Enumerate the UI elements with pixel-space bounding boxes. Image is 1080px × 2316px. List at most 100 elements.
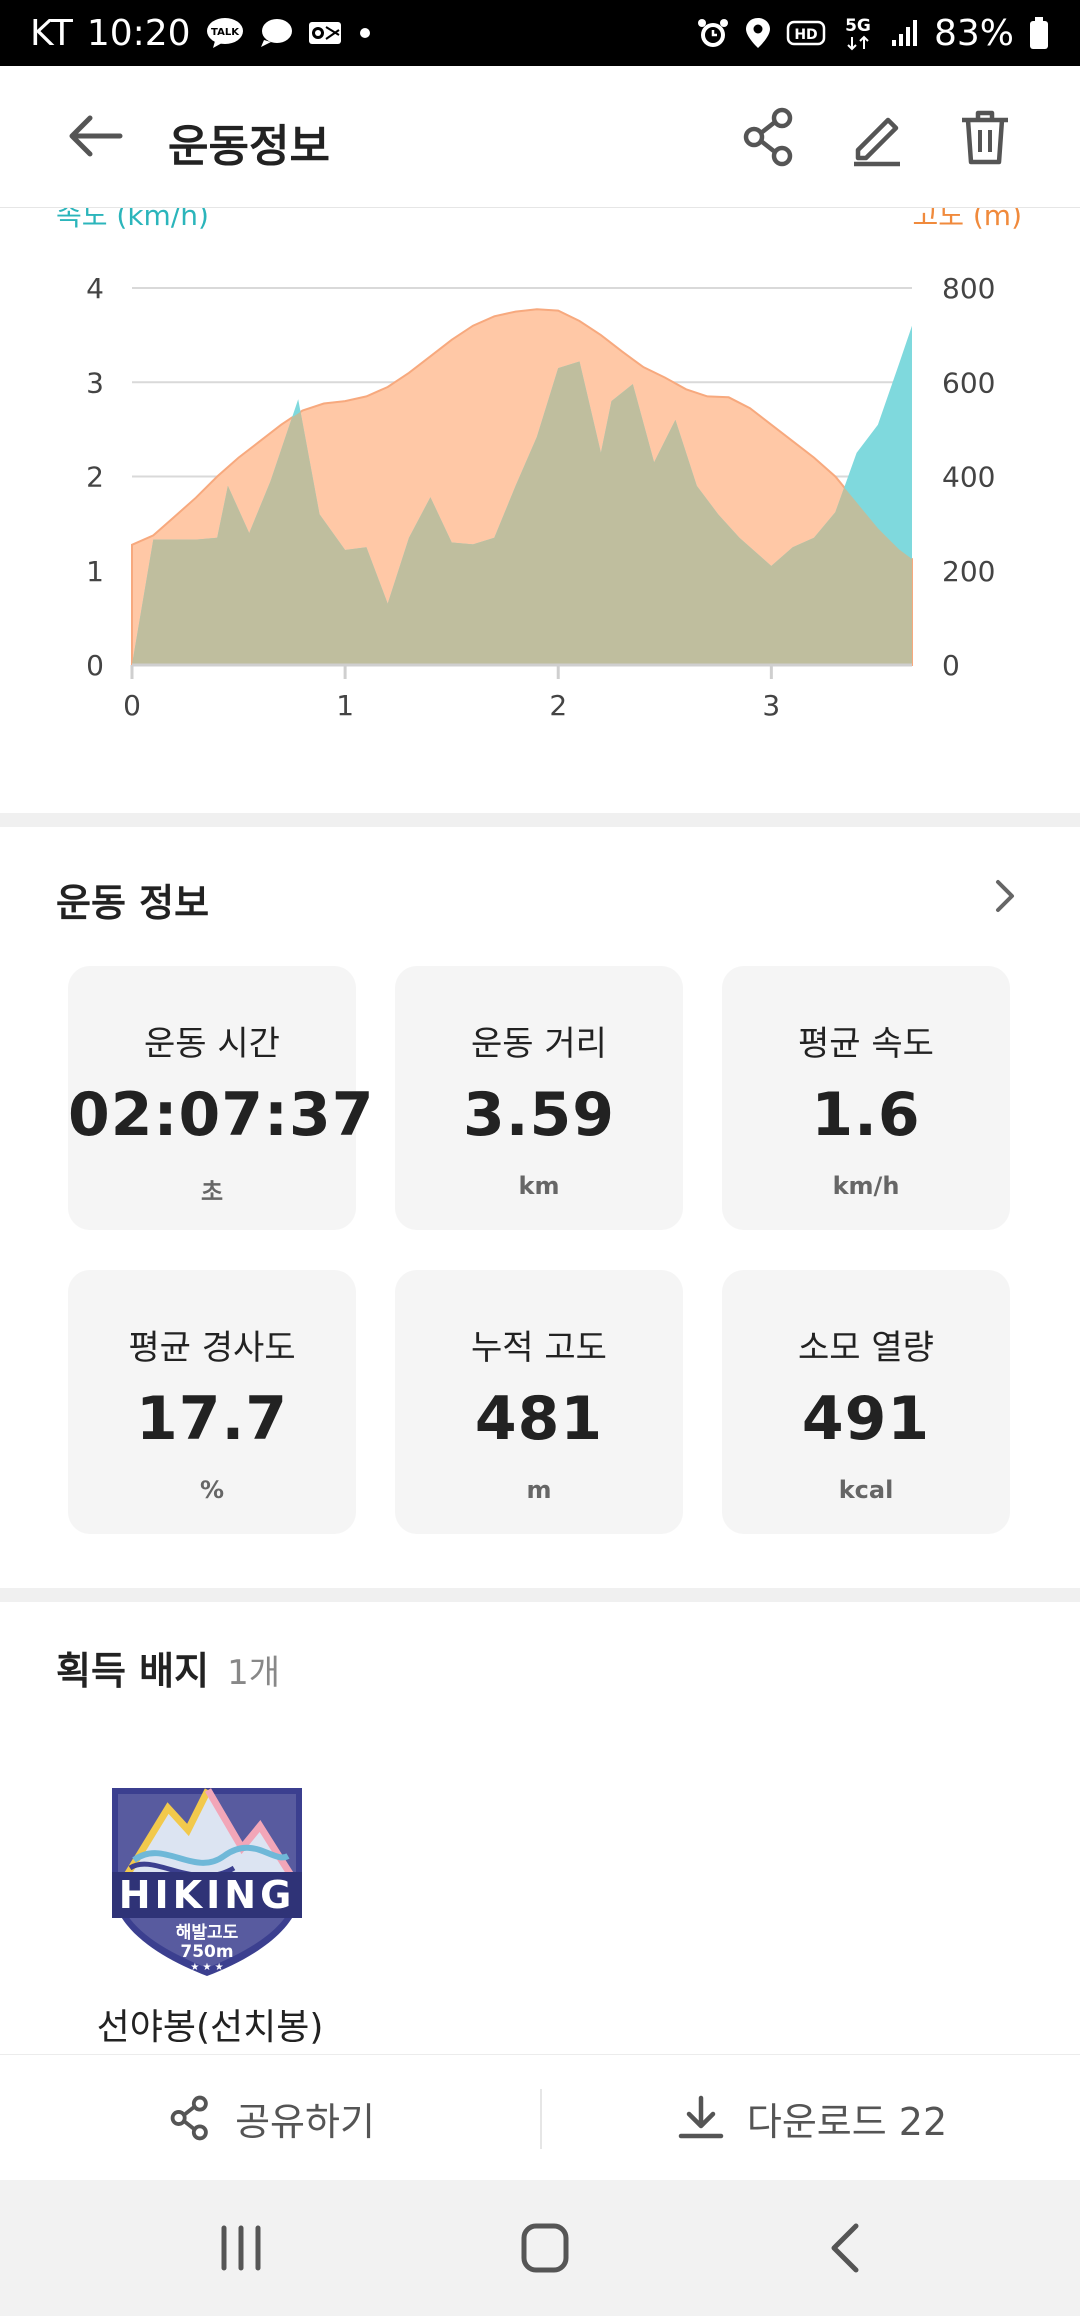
stat-value: 3.59 xyxy=(462,1080,616,1150)
recent-apps-icon xyxy=(221,2225,261,2271)
y-right-tick-label: 0 xyxy=(942,649,960,682)
stat-unit: 초 xyxy=(200,1178,224,1206)
y-right-tick-label: 200 xyxy=(942,555,995,588)
app-bar: 운동정보 xyxy=(0,66,1080,208)
stat-card: 평균 경사도 17.7% xyxy=(68,1270,356,1534)
stat-value: 17.7 xyxy=(135,1384,289,1454)
status-bar: KT 10:20 TALK HD 5G 83% xyxy=(0,0,1080,66)
home-button[interactable] xyxy=(510,2218,580,2278)
stat-label: 운동 거리 xyxy=(471,1024,607,1064)
5g-icon: 5G xyxy=(840,13,876,53)
hd-voice-icon: HD xyxy=(786,18,826,48)
pencil-icon xyxy=(854,117,900,167)
badges-title-text: 획득 배지 xyxy=(56,1649,210,1693)
y-left-tick-label: 3 xyxy=(86,366,104,399)
stat-unit: km xyxy=(518,1172,560,1200)
stat-value: 1.6 xyxy=(811,1080,921,1150)
battery-icon xyxy=(1028,16,1050,50)
y-axis-right-label: 고도 (m) xyxy=(912,208,1022,232)
share-button[interactable] xyxy=(736,104,802,170)
badges-count: 1개 xyxy=(227,1653,280,1693)
carrier-label: KT xyxy=(30,12,73,54)
stat-unit: km/h xyxy=(832,1172,900,1200)
workout-more-button[interactable] xyxy=(984,876,1024,916)
badge-emblem[interactable]: HIKING 해발고도 750m ★ ★ ★ xyxy=(104,1768,310,1978)
y-right-tick-label: 400 xyxy=(942,461,995,494)
talk-icon: TALK xyxy=(205,17,245,49)
stat-card: 소모 열량 491 kcal xyxy=(722,1270,1010,1534)
stat-value: 481 xyxy=(474,1384,604,1454)
svg-text:HD: HD xyxy=(794,27,817,43)
share-action-label: 공유하기 xyxy=(235,2099,375,2144)
speed-altitude-chart: 속도 (km/h) 고도 (m) 0 1 2 3 0 1 2 3 4 0 200 400 600 800 xyxy=(0,199,1080,813)
x-tick-label: 0 xyxy=(123,689,141,722)
alarm-icon xyxy=(696,16,730,50)
hiking-badge-icon: HIKING 해발고도 750m ★ ★ ★ xyxy=(112,1788,302,1976)
page-title: 운동정보 xyxy=(168,121,330,172)
delete-button[interactable] xyxy=(952,104,1018,170)
location-icon xyxy=(744,16,772,50)
x-tick-label: 3 xyxy=(762,689,780,722)
y-left-tick-label: 2 xyxy=(86,461,104,494)
x-tick-label: 1 xyxy=(336,689,354,722)
badge-emblem-alt: 750m xyxy=(180,1942,233,1962)
nav-back-button[interactable] xyxy=(812,2218,882,2278)
recent-apps-button[interactable] xyxy=(206,2218,276,2278)
stat-card: 운동 시간 02:07:37 초 xyxy=(68,966,373,1230)
chevron-left-icon xyxy=(831,2223,859,2273)
share-icon xyxy=(743,107,793,167)
clock: 10:20 xyxy=(86,12,191,54)
edit-button[interactable] xyxy=(844,104,910,170)
badges-section-title: 획득 배지 1개 xyxy=(56,1640,280,1695)
share-icon xyxy=(170,2095,208,2141)
message-bubble-icon xyxy=(259,18,293,48)
trash-icon xyxy=(962,110,1008,165)
stat-label: 평균 속도 xyxy=(798,1024,934,1064)
svg-text:★ ★ ★: ★ ★ ★ xyxy=(190,1962,223,1973)
download-icon xyxy=(678,2095,724,2139)
arrow-left-icon xyxy=(69,115,123,157)
y-left-tick-label: 0 xyxy=(86,649,104,682)
section-divider xyxy=(0,813,1080,827)
stat-unit: m xyxy=(526,1476,552,1504)
signal-icon xyxy=(890,18,920,48)
stat-card: 평균 속도 1.6 km/h xyxy=(722,966,1010,1230)
stat-label: 소모 열량 xyxy=(798,1328,934,1368)
chart-areas xyxy=(131,308,913,666)
stat-unit: kcal xyxy=(838,1476,894,1504)
section-divider xyxy=(0,1588,1080,1602)
home-icon xyxy=(521,2223,569,2273)
stat-label: 누적 고도 xyxy=(471,1328,607,1368)
svg-text:TALK: TALK xyxy=(211,27,240,38)
badge-emblem-sub: 해발고도 xyxy=(176,1923,239,1943)
stat-unit: % xyxy=(199,1476,225,1504)
y-right-tick-label: 800 xyxy=(942,272,995,305)
share-action-button[interactable]: 공유하기 xyxy=(0,2055,540,2181)
download-button[interactable]: 다운로드 22 xyxy=(542,2055,1080,2181)
workout-section-title: 운동 정보 xyxy=(56,881,210,925)
x-tick-label: 2 xyxy=(549,689,567,722)
chevron-right-icon xyxy=(996,880,1014,912)
y-right-tick-label: 600 xyxy=(942,366,995,399)
y-left-tick-label: 4 xyxy=(86,272,104,305)
chart-svg: 속도 (km/h) 고도 (m) 0 1 2 3 0 1 2 3 4 0 200 400 600 800 xyxy=(56,199,1022,722)
badge-name: 선야봉(선치봉) xyxy=(96,2007,324,2048)
battery-percent: 83% xyxy=(933,12,1014,54)
badge-emblem-title: HIKING xyxy=(119,1873,296,1917)
dot-icon xyxy=(357,25,373,41)
back-button[interactable] xyxy=(60,106,130,166)
status-bar-right: HD 5G 83% xyxy=(696,13,1050,54)
outlook-icon xyxy=(307,18,343,48)
stat-label: 평균 경사도 xyxy=(128,1328,296,1368)
stat-value: 491 xyxy=(801,1384,931,1454)
download-label: 다운로드 22 xyxy=(746,2099,948,2144)
y-left-tick-label: 1 xyxy=(86,555,104,588)
stat-label: 운동 시간 xyxy=(144,1024,280,1064)
y-axis-left-label: 속도 (km/h) xyxy=(56,208,209,232)
stat-card: 누적 고도 481 m xyxy=(395,1270,683,1534)
system-navigation-bar xyxy=(0,2180,1080,2316)
svg-text:5G: 5G xyxy=(845,16,871,36)
bottom-action-bar: 공유하기 다운로드 22 xyxy=(0,2054,1080,2180)
status-bar-left: KT 10:20 TALK xyxy=(30,13,373,54)
stat-card: 운동 거리 3.59 km xyxy=(395,966,683,1230)
